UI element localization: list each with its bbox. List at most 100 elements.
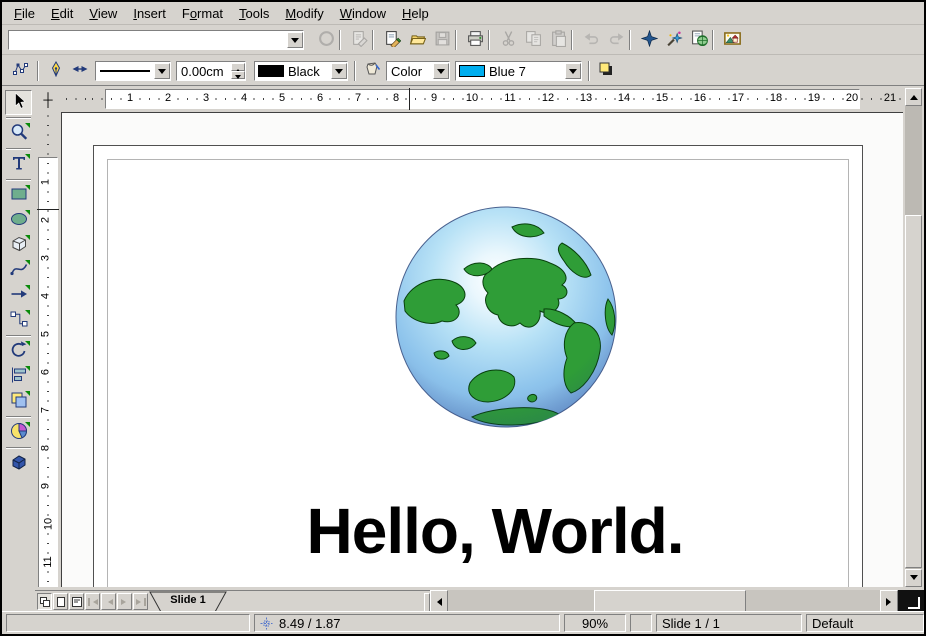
url-input[interactable] <box>9 31 287 49</box>
save-button <box>430 28 454 52</box>
hyperlink-button[interactable] <box>687 28 711 52</box>
scroll-right-button[interactable] <box>880 590 898 613</box>
line-width-field[interactable]: 0.00cm <box>176 61 246 81</box>
edit-points-button[interactable] <box>8 58 32 82</box>
first-slide-icon <box>88 598 98 606</box>
open-button[interactable] <box>405 28 429 52</box>
line-width-up-button[interactable] <box>231 63 245 71</box>
status-modified-panel <box>630 614 652 632</box>
line-color-dropdown-button[interactable] <box>331 63 347 79</box>
menu-help[interactable]: Help <box>394 4 437 23</box>
line-width-down-button[interactable] <box>231 71 245 79</box>
line-dialog-button[interactable] <box>44 58 68 82</box>
gallery-button[interactable] <box>720 28 744 52</box>
vruler-number: 8 <box>40 443 53 453</box>
new-icon <box>384 30 401 50</box>
vruler-number: 6 <box>40 367 53 377</box>
fill-color-select[interactable]: Blue 7 <box>455 61 582 81</box>
hruler-number: 12 <box>540 92 556 105</box>
tool-3d-objects-button[interactable] <box>5 233 32 258</box>
tool-arrange-button[interactable] <box>5 389 32 414</box>
redo-icon <box>608 30 625 50</box>
menu-modify[interactable]: Modify <box>277 4 331 23</box>
tool-curve-button[interactable] <box>5 258 32 283</box>
tool-lines-arrows-button[interactable] <box>5 283 32 308</box>
tool-connector-button[interactable] <box>5 308 32 333</box>
paste-icon <box>550 30 567 50</box>
tab-slide-1[interactable]: Slide 1 <box>149 591 227 613</box>
tool-effects-button[interactable] <box>5 451 32 476</box>
status-page-style-panel[interactable]: Default <box>806 614 924 632</box>
menu-window[interactable]: Window <box>332 4 394 23</box>
zoom-button[interactable] <box>662 28 686 52</box>
window-resize-corner[interactable] <box>898 590 924 613</box>
horizontal-scrollbar-thumb[interactable] <box>594 590 746 613</box>
line-style-select[interactable] <box>95 61 171 81</box>
tool-ellipse-button[interactable] <box>5 208 32 233</box>
menu-insert[interactable]: Insert <box>125 4 174 23</box>
tool-select-button[interactable] <box>5 90 32 115</box>
main-toolbar <box>2 88 35 610</box>
line-color-select[interactable]: Black <box>254 61 348 81</box>
menu-tools[interactable]: Tools <box>231 4 277 23</box>
ruler-origin-button[interactable]: ┼ <box>37 88 59 110</box>
shadow-button[interactable] <box>594 58 618 82</box>
fill-style-select[interactable]: Color <box>386 61 450 81</box>
menu-edit[interactable]: Edit <box>43 4 81 23</box>
fill-color-dropdown-button[interactable] <box>565 63 581 79</box>
url-combo[interactable] <box>8 30 304 50</box>
toolbar-separator <box>6 179 31 181</box>
area-dialog-button[interactable] <box>360 58 384 82</box>
hruler-number: 4 <box>239 92 249 105</box>
print-button[interactable] <box>463 28 487 52</box>
scroll-left-button[interactable] <box>430 590 448 613</box>
menu-view[interactable]: View <box>81 4 125 23</box>
menu-format[interactable]: Format <box>174 4 231 23</box>
toolbar-separator <box>6 335 31 337</box>
page-tab-bar: Slide 1 <box>35 590 430 613</box>
globe-image[interactable] <box>394 205 618 429</box>
vertical-scrollbar-thumb[interactable] <box>905 215 922 568</box>
horizontal-scrollbar[interactable] <box>430 590 898 613</box>
effects-icon <box>9 452 29 475</box>
slide-view-button[interactable] <box>37 593 52 610</box>
long-click-flag-icon <box>25 422 30 427</box>
tool-alignment-button[interactable] <box>5 364 32 389</box>
redo-button <box>604 28 628 52</box>
line-color-value: Black <box>284 64 331 79</box>
tool-rotate-button[interactable] <box>5 339 32 364</box>
menu-file[interactable]: File <box>6 4 43 23</box>
select-icon <box>9 91 29 114</box>
tool-zoom-button[interactable] <box>5 121 32 146</box>
line-style-dropdown-button[interactable] <box>154 63 170 79</box>
horizontal-ruler[interactable]: 123456789101112131415161718192021 <box>60 88 903 110</box>
tool-text-button[interactable] <box>5 152 32 177</box>
tab-label: Slide 1 <box>149 594 227 606</box>
drawing-canvas[interactable]: Hello, World. <box>61 112 903 587</box>
fill-style-dropdown-button[interactable] <box>433 63 449 79</box>
status-slide-panel[interactable]: Slide 1 / 1 <box>656 614 802 632</box>
status-zoom-panel[interactable]: 90% <box>564 614 626 632</box>
arrow-style-button[interactable] <box>68 58 92 82</box>
scroll-down-button[interactable] <box>905 569 922 587</box>
hruler-number: 11 <box>502 92 517 105</box>
vertical-ruler[interactable]: 123456789101112 <box>37 112 59 587</box>
slide-title-text[interactable]: Hello, World. <box>245 499 745 563</box>
long-click-flag-icon <box>25 185 30 190</box>
scroll-up-button[interactable] <box>905 88 922 106</box>
app-window: { "app": { "name": "OpenOffice Draw", "d… <box>0 0 926 636</box>
vertical-scrollbar[interactable] <box>905 88 922 587</box>
line-width-value[interactable]: 0.00cm <box>177 64 231 79</box>
new-button[interactable] <box>380 28 404 52</box>
tool-insert-button[interactable] <box>5 420 32 445</box>
hyperlink-icon <box>691 30 708 50</box>
status-position-panel[interactable]: 8.49 / 1.87 <box>254 614 560 632</box>
navigator-button[interactable] <box>637 28 661 52</box>
toolbar-separator <box>455 30 457 50</box>
layer-view-button[interactable] <box>69 593 84 610</box>
tool-rectangle-button[interactable] <box>5 183 32 208</box>
toolbar-separator <box>6 117 31 119</box>
url-combo-dropdown-button[interactable] <box>287 32 303 48</box>
master-view-button[interactable] <box>53 593 68 610</box>
down-arrow-icon <box>910 575 918 584</box>
